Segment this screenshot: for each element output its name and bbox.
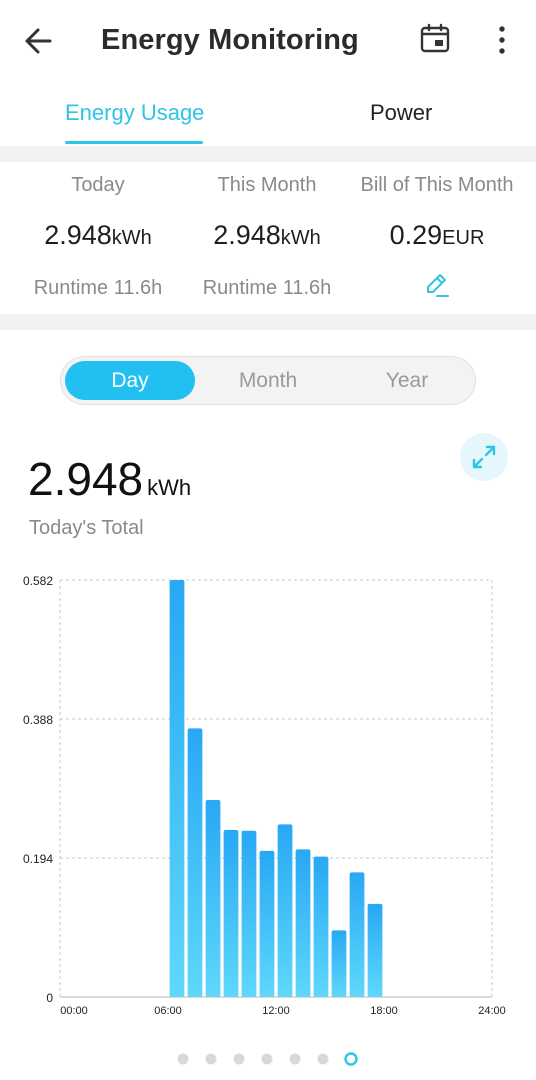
summary-today-runtime: Runtime 11.6h [33,277,163,299]
tab-bar: Energy Usage Power [0,82,536,146]
app-bar: Energy Monitoring [0,0,536,82]
page-title: Energy Monitoring [101,24,359,56]
x-tick-label: 00:00 [60,1005,88,1017]
energy-bar-chart: 0 0.194 0.388 0.582 00:00 06:00 12:00 18:00 24:0… [23,574,506,1017]
period-selector: Day Month Year [60,356,476,405]
total-value: 2.948 [28,453,144,505]
period-day[interactable]: Day [65,361,195,400]
chart-bar[interactable] [259,850,275,997]
chart-bar[interactable] [223,830,239,997]
page-dot[interactable] [289,1053,301,1065]
pencil-icon[interactable] [424,271,450,299]
x-tick-label: 18:00 [370,1005,398,1017]
tab-power[interactable]: Power [370,100,432,126]
calendar-icon[interactable] [418,22,452,56]
divider [0,146,536,162]
summary-today-value: 2.948kWh [44,220,152,250]
tab-indicator [65,141,203,144]
chart-bar[interactable] [367,903,383,997]
summary-month-value: 2.948kWh [213,220,321,250]
page-dot[interactable] [177,1053,189,1065]
expand-icon [472,445,496,469]
chart-bar[interactable] [205,799,221,997]
y-tick-label: 0.582 [23,574,53,588]
chart-bar[interactable] [349,872,365,997]
page-indicator [177,1052,358,1066]
page-dot[interactable] [317,1053,329,1065]
summary-bill-value: 0.29EUR [389,220,485,250]
page-dot-active[interactable] [344,1052,358,1066]
chart-bar[interactable] [241,830,257,997]
total-unit: kWh [147,475,192,500]
chart-bar[interactable] [169,580,185,997]
total-label: Today's Total [29,517,144,539]
page-dot[interactable] [261,1053,273,1065]
tab-energy-usage[interactable]: Energy Usage [65,100,204,126]
y-tick-label: 0 [46,991,53,1005]
x-tick-label: 12:00 [262,1005,290,1017]
page-dot[interactable] [233,1053,245,1065]
period-year[interactable]: Year [342,361,472,400]
page-dot[interactable] [205,1053,217,1065]
summary-month-label: This Month [217,174,317,196]
period-month[interactable]: Month [203,361,333,400]
total-energy: 2.948 kWh [28,452,191,506]
chart-bar[interactable] [331,930,347,997]
x-tick-label: 06:00 [154,1005,182,1017]
x-tick-label: 24:00 [478,1005,506,1017]
summary-today-label: Today [71,174,125,196]
summary-month-runtime: Runtime 11.6h [202,277,332,299]
chart-bar[interactable] [277,824,293,997]
y-tick-label: 0.388 [23,713,53,727]
chart-bar[interactable] [187,728,203,997]
chart-bar[interactable] [295,849,311,997]
divider [0,314,536,330]
summary-bill-label: Bill of This Month [360,174,514,196]
arrow-left-icon[interactable] [22,24,56,58]
energy-summary: Today 2.948kWh Runtime 11.6h This Month … [0,162,536,312]
more-vertical-icon[interactable] [488,22,516,58]
expand-chart-button[interactable] [460,433,508,481]
y-tick-label: 0.194 [23,852,53,866]
chart-bar[interactable] [313,856,329,997]
